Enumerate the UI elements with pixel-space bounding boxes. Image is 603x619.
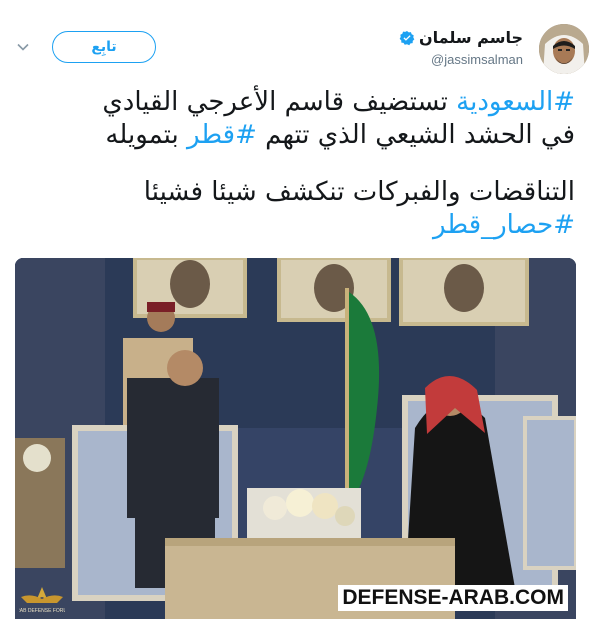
tweet-line-2-text-b: بتمويله [105, 120, 187, 150]
tweet-line-2: في الحشد الشيعي الذي تتهم #قطر بتمويله [15, 119, 575, 152]
author-name-row[interactable]: جاسم سلمان [399, 28, 523, 47]
display-name[interactable]: جاسم سلمان [419, 28, 523, 47]
follow-button[interactable]: تابِع [52, 31, 156, 63]
tweet-text: #السعودية تستضيف قاسم الأعرجي القيادي في… [15, 86, 575, 242]
tweet-line-2-text-a: في الحشد الشيعي الذي تتهم [256, 120, 575, 150]
hashtag-saudi[interactable]: #السعودية [456, 87, 575, 117]
hashtag-qatar[interactable]: #قطر [187, 120, 257, 150]
profile-photo [539, 24, 589, 74]
tweet-line-3: التناقضات والفبركات تنكشف شيئا فشيئا [143, 177, 575, 207]
tweet-line-1: #السعودية تستضيف قاسم الأعرجي القيادي [15, 86, 575, 119]
author-handle[interactable]: @jassimsalman [431, 52, 523, 67]
meeting-photo [15, 258, 576, 619]
watermark-text: DEFENSE-ARAB.COM [338, 585, 568, 611]
tweet-photo[interactable]: ARAB DEFENSE FORUM DEFENSE-ARAB.COM [15, 258, 576, 619]
svg-text:ARAB DEFENSE FORUM: ARAB DEFENSE FORUM [19, 608, 65, 614]
avatar[interactable] [539, 24, 589, 74]
verified-badge-icon [399, 30, 415, 45]
tweet-header: جاسم سلمان @jassimsalman تابِع [0, 0, 603, 80]
defense-forum-logo-icon: ARAB DEFENSE FORUM [19, 587, 65, 614]
tweet-line-1-text: تستضيف قاسم الأعرجي القيادي [102, 87, 457, 117]
hashtag-qatar-siege[interactable]: #حصار_قطر [15, 209, 575, 242]
chevron-down-icon[interactable] [16, 40, 30, 54]
